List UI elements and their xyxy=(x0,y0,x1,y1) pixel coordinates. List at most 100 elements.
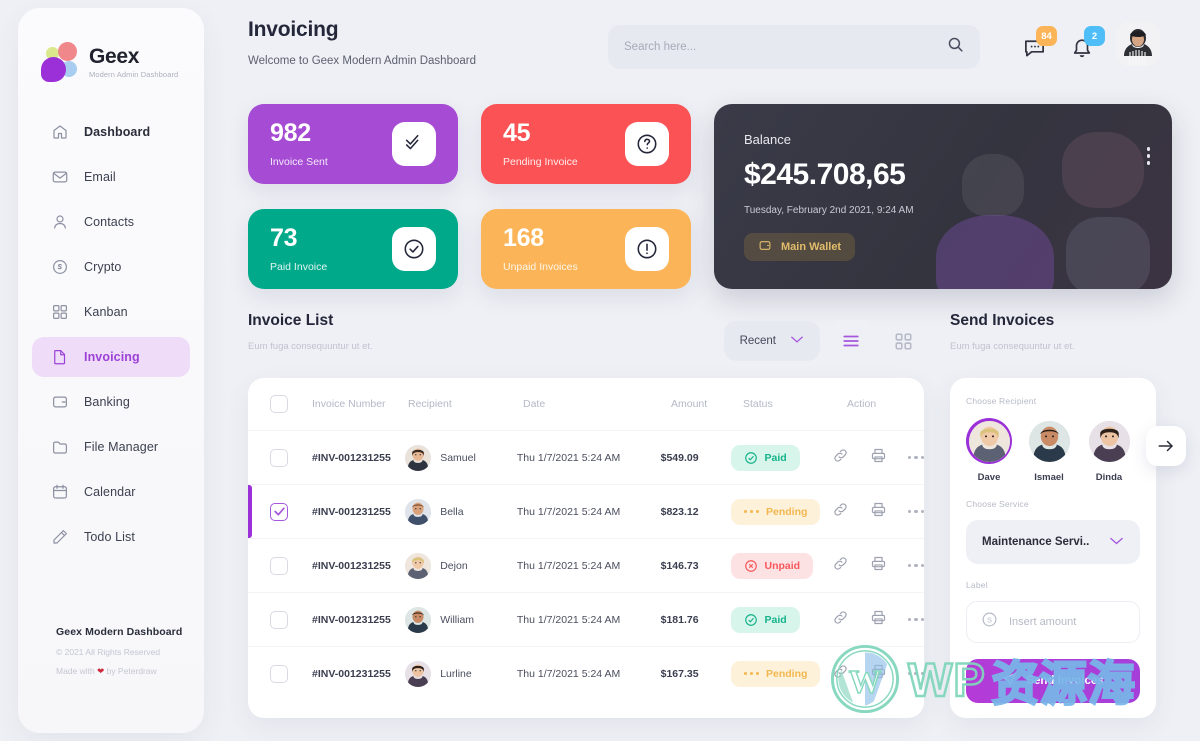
table-row[interactable]: #INV-001231255 Lurline Thu 1/7/2021 5:24 A… xyxy=(248,646,924,700)
stat-value: 982 xyxy=(270,118,311,147)
recipient-name: Dejon xyxy=(440,559,468,572)
recipient-avatar xyxy=(1028,420,1070,462)
sidebar-item-crypto[interactable]: Crypto xyxy=(32,247,190,287)
stat-card-invoice-sent[interactable]: 982 Invoice Sent xyxy=(248,104,458,184)
more-options-icon[interactable] xyxy=(907,509,924,514)
pencil-icon xyxy=(51,528,69,546)
print-icon[interactable] xyxy=(870,609,887,631)
amount-input[interactable] xyxy=(1009,616,1151,628)
recipient-dinda[interactable]: Dinda xyxy=(1086,418,1132,483)
balance-amount: $245.708,65 xyxy=(744,158,906,191)
sidebar-item-calendar[interactable]: Calendar xyxy=(32,472,190,512)
print-icon[interactable] xyxy=(870,663,887,685)
more-options-icon[interactable] xyxy=(907,563,924,568)
copy-link-icon[interactable] xyxy=(832,501,849,523)
cell-status: Paid xyxy=(730,606,832,633)
cell-action xyxy=(832,555,924,577)
sidebar-item-file-manager[interactable]: File Manager xyxy=(32,427,190,467)
row-checkbox[interactable] xyxy=(270,502,288,521)
sidebar-item-label: File Manager xyxy=(84,440,159,454)
cell-amount: $181.76 xyxy=(660,613,699,626)
main-wallet-button[interactable]: Main Wallet xyxy=(744,233,856,261)
recipient-carousel: Dave Ismael Dinda xyxy=(966,418,1140,483)
stat-card-pending-invoice[interactable]: 45 Pending Invoice xyxy=(481,104,691,184)
column-status: Status xyxy=(743,398,773,410)
cell-date: Thu 1/7/2021 5:24 AM xyxy=(516,613,621,626)
status-label: Pending xyxy=(766,505,808,518)
double-check-icon xyxy=(392,122,436,166)
sidebar-item-banking[interactable]: Banking xyxy=(32,382,190,422)
brand-logo[interactable]: Geex Modern Admin Dashboard xyxy=(18,34,204,90)
envelope-icon xyxy=(51,168,69,186)
avatar[interactable] xyxy=(1116,22,1160,66)
wallet-label: Main Wallet xyxy=(781,241,842,253)
service-select[interactable]: Maintenance Servi.. xyxy=(966,520,1140,564)
table-row[interactable]: #INV-001231255 William Thu 1/7/2021 5:24 A… xyxy=(248,592,924,646)
cell-action xyxy=(832,663,924,685)
page-header: Invoicing Welcome to Geex Modern Admin D… xyxy=(248,18,1180,84)
recipient-avatar xyxy=(968,420,1010,462)
row-checkbox[interactable] xyxy=(270,556,288,575)
cell-status: Pending xyxy=(730,660,832,687)
messages-button[interactable]: 84 xyxy=(1020,26,1057,59)
more-options-icon[interactable] xyxy=(907,617,924,622)
sidebar-item-todo-list[interactable]: Todo List xyxy=(32,517,190,557)
dashboard-root: Geex Modern Admin Dashboard Dashboard Ema… xyxy=(0,0,1200,741)
sidebar-item-contacts[interactable]: Contacts xyxy=(32,202,190,242)
grid-view-button[interactable] xyxy=(882,320,924,362)
stat-card-paid-invoice[interactable]: 73 Paid Invoice xyxy=(248,209,458,289)
table-header-row: Invoice Number Recipient Date Amount Sta… xyxy=(248,378,924,430)
recipient-avatar xyxy=(405,444,432,471)
print-icon[interactable] xyxy=(870,501,887,523)
sidebar-footer-title: Geex Modern Dashboard xyxy=(56,626,183,638)
row-checkbox[interactable] xyxy=(270,448,288,467)
copy-link-icon[interactable] xyxy=(832,447,849,469)
list-view-button[interactable] xyxy=(830,320,872,362)
more-options-icon[interactable] xyxy=(907,671,924,676)
cell-date: Thu 1/7/2021 5:24 AM xyxy=(516,667,621,680)
choose-recipient-label: Choose Recipient xyxy=(966,396,1037,406)
sidebar-item-email[interactable]: Email xyxy=(32,157,190,197)
sidebar-item-dashboard[interactable]: Dashboard xyxy=(32,112,190,152)
status-badge: Paid xyxy=(730,444,800,471)
recipient-name: Lurline xyxy=(440,667,472,680)
search-input[interactable] xyxy=(624,41,947,53)
made-with-suffix: by Peterdraw xyxy=(104,666,157,676)
more-options-icon[interactable] xyxy=(907,455,924,460)
row-checkbox[interactable] xyxy=(270,664,288,683)
row-checkbox[interactable] xyxy=(270,610,288,629)
check-circle-icon xyxy=(392,227,436,271)
chevron-down-icon xyxy=(790,335,804,347)
table-row[interactable]: #INV-001231255 Dejon Thu 1/7/2021 5:24 AM $… xyxy=(248,538,924,592)
select-all-checkbox[interactable] xyxy=(270,395,288,413)
amount-field[interactable]: S xyxy=(966,601,1151,643)
sort-dropdown[interactable]: Recent xyxy=(723,321,820,361)
search-icon[interactable] xyxy=(947,36,964,58)
status-badge: Pending xyxy=(730,498,821,525)
print-icon[interactable] xyxy=(870,555,887,577)
search-bar[interactable] xyxy=(608,25,980,69)
send-invoices-button[interactable]: Send Invoices xyxy=(966,659,1140,703)
sidebar-nav: Dashboard Email Contacts Crypto Kanban Invoic… xyxy=(18,112,204,557)
copy-link-icon[interactable] xyxy=(832,663,849,685)
status-label: Pending xyxy=(766,667,808,680)
recipient-dave[interactable]: Dave xyxy=(966,418,1012,483)
recipient-next-button[interactable] xyxy=(1146,426,1186,466)
recipient-avatar xyxy=(405,498,432,525)
stat-card-unpaid-invoices[interactable]: 168 Unpaid Invoices xyxy=(481,209,691,289)
sidebar-footer-copyright: © 2021 All Rights Reserved xyxy=(56,647,161,657)
copy-link-icon[interactable] xyxy=(832,609,849,631)
recipient-ismael[interactable]: Ismael xyxy=(1026,418,1072,483)
table-row[interactable]: #INV-001231255 Bella Thu 1/7/2021 5:24 AM $… xyxy=(248,484,924,538)
sidebar-item-label: Calendar xyxy=(84,485,136,499)
notifications-button[interactable]: 2 xyxy=(1068,26,1105,59)
copy-link-icon[interactable] xyxy=(832,555,849,577)
recipient-name: William xyxy=(440,613,475,626)
sidebar-item-invoicing[interactable]: Invoicing xyxy=(32,337,190,377)
table-row[interactable]: #INV-001231255 Samuel Thu 1/7/2021 5:24 AM… xyxy=(248,430,924,484)
sidebar-item-kanban[interactable]: Kanban xyxy=(32,292,190,332)
invoice-list-header: Invoice List Eum fuga consequuntur ut et… xyxy=(248,312,924,362)
sidebar-item-label: Email xyxy=(84,170,116,184)
recipient-avatar xyxy=(405,606,432,633)
print-icon[interactable] xyxy=(870,447,887,469)
